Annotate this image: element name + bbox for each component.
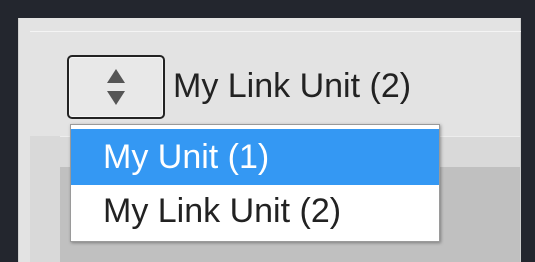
window-right-edge — [520, 18, 521, 262]
menu-item-my-link-unit[interactable]: My Link Unit (2) — [71, 183, 439, 239]
up-down-arrows-icon — [107, 69, 125, 105]
unit-select-button[interactable] — [67, 55, 165, 119]
menu-item-my-unit[interactable]: My Unit (1) — [71, 129, 439, 185]
left-gutter — [30, 136, 60, 262]
unit-dropdown-menu: My Unit (1) My Link Unit (2) — [70, 124, 440, 242]
selected-unit-label[interactable]: My Link Unit (2) — [173, 66, 411, 106]
